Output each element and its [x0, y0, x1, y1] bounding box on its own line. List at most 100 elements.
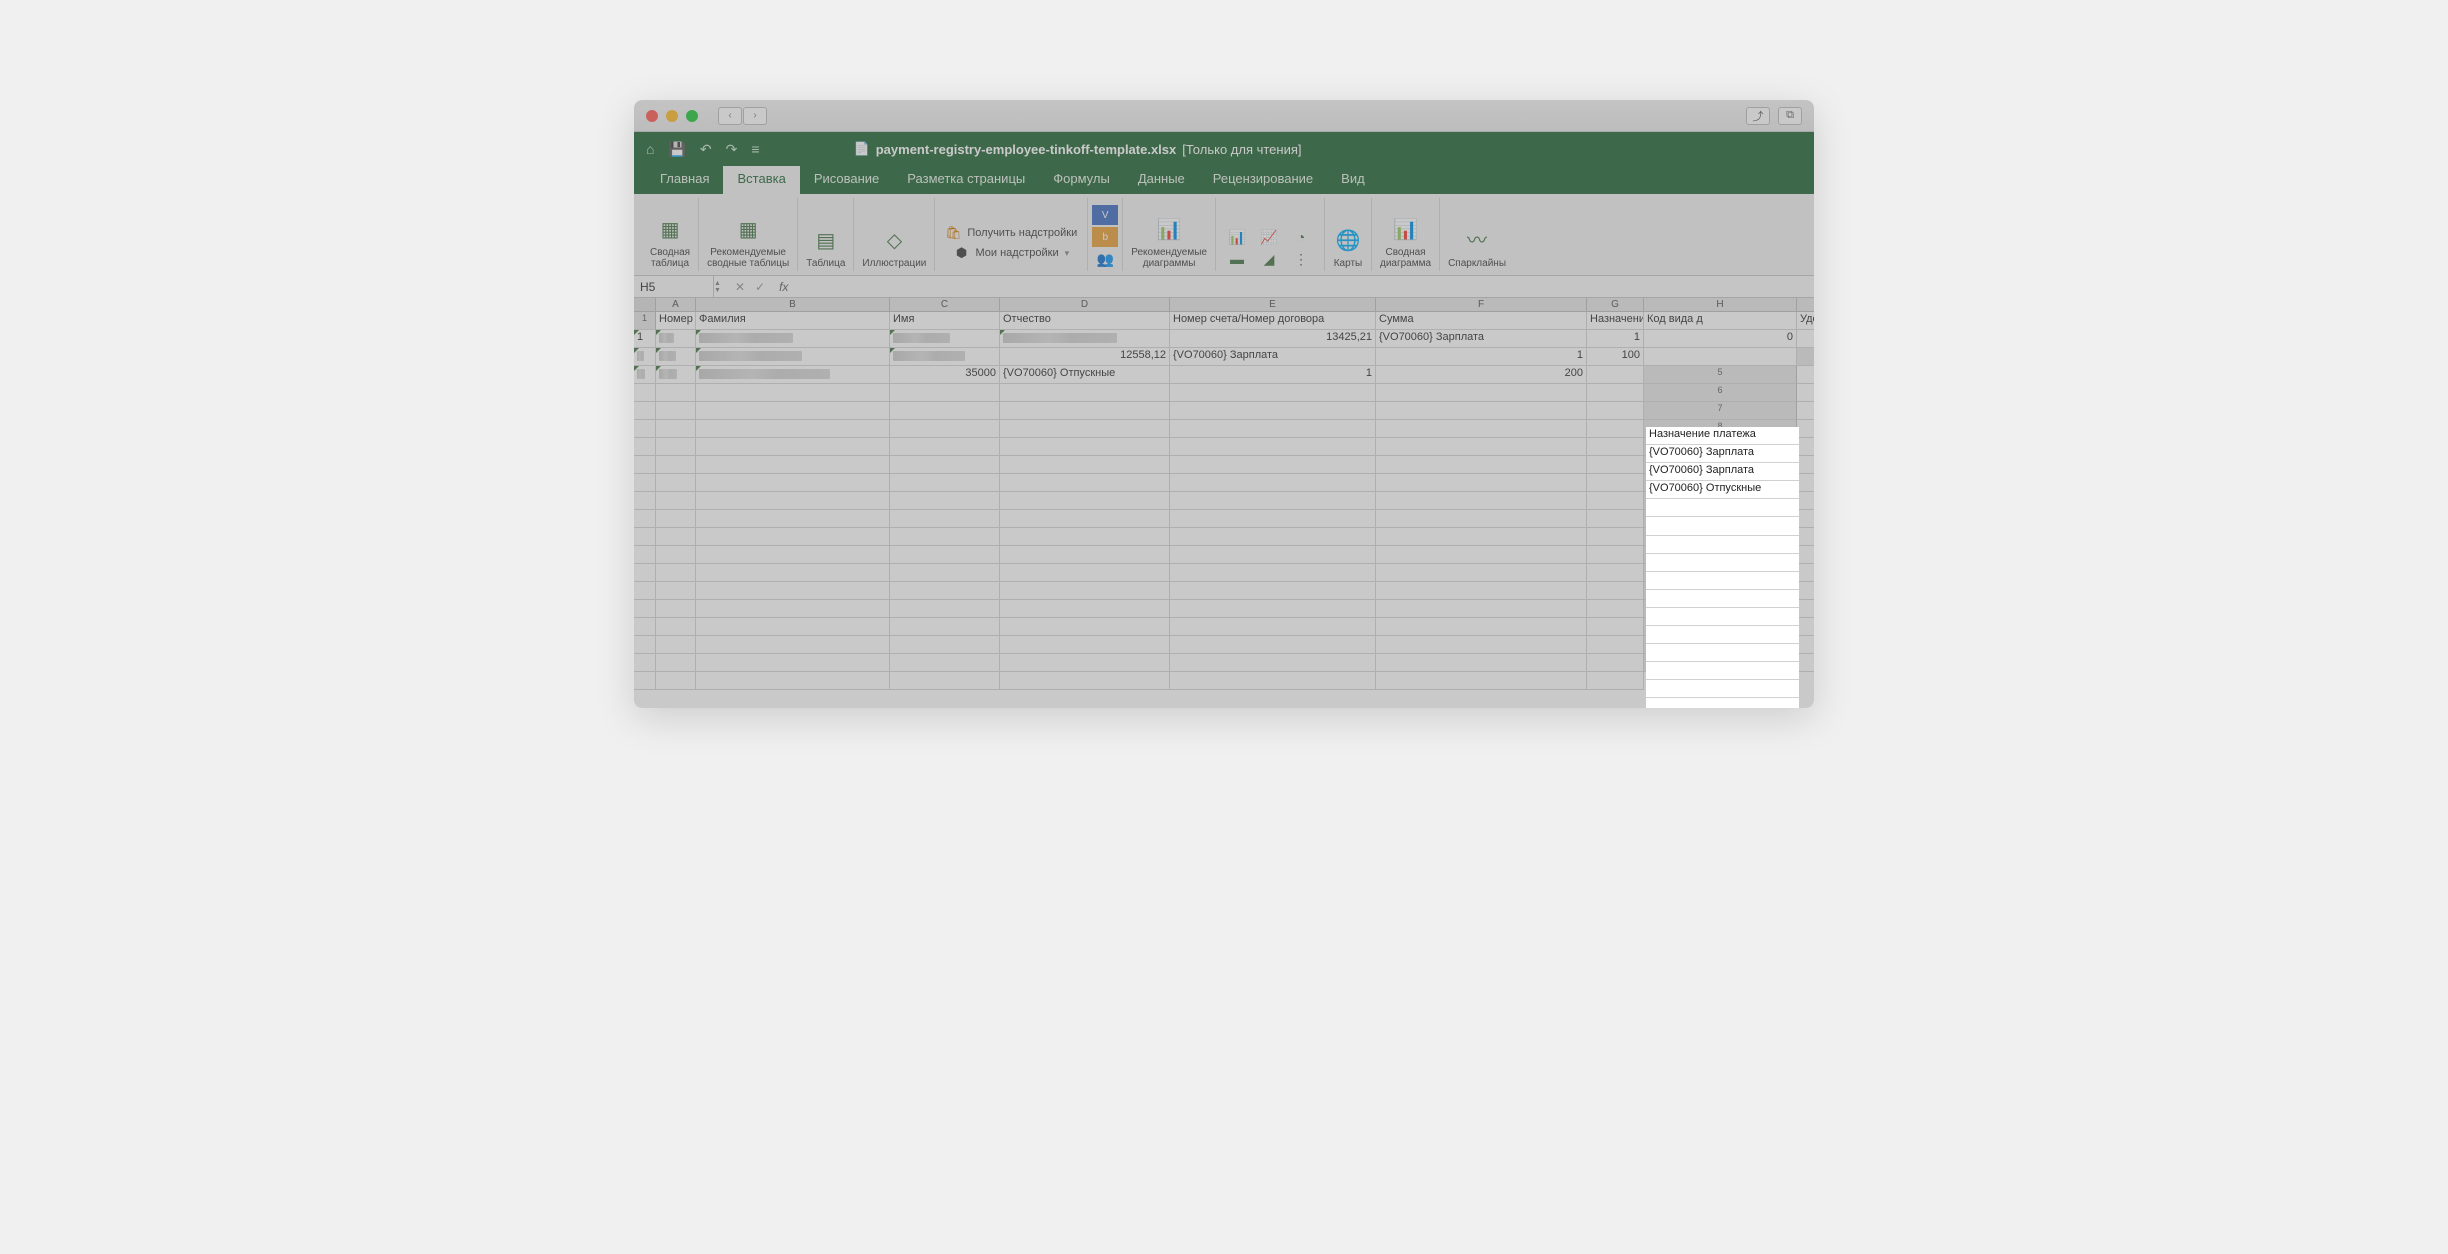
cell[interactable] [1170, 474, 1376, 492]
cell[interactable]: 1 [634, 330, 656, 348]
name-box[interactable]: H5 [634, 276, 714, 297]
cell[interactable] [656, 474, 696, 492]
cell[interactable] [696, 654, 890, 672]
column-chart-icon[interactable]: 📊 [1224, 227, 1250, 247]
cell[interactable] [1797, 618, 1814, 636]
cell[interactable] [696, 672, 890, 690]
cell[interactable] [1376, 600, 1587, 618]
cell-redacted[interactable] [656, 348, 696, 366]
cell[interactable] [696, 420, 890, 438]
cell[interactable] [634, 654, 656, 672]
customize-icon[interactable]: ≡ [751, 141, 759, 157]
row-header[interactable]: 19 [1644, 618, 1797, 636]
cell[interactable] [656, 402, 696, 420]
cell[interactable] [656, 438, 696, 456]
col-header[interactable]: A [656, 298, 696, 312]
cell[interactable] [656, 492, 696, 510]
save-icon[interactable]: 💾 [668, 141, 685, 158]
cell[interactable] [696, 456, 890, 474]
cell[interactable] [696, 636, 890, 654]
cell[interactable] [696, 438, 890, 456]
people-icon[interactable]: 👥 [1092, 249, 1118, 269]
tab-view[interactable]: Вид [1327, 166, 1379, 194]
cell[interactable] [890, 672, 1000, 690]
cell[interactable] [1376, 492, 1587, 510]
cell[interactable] [696, 510, 890, 528]
cell[interactable] [634, 474, 656, 492]
cell[interactable] [1376, 438, 1587, 456]
cell[interactable] [696, 528, 890, 546]
cell[interactable] [634, 582, 656, 600]
cell[interactable] [656, 564, 696, 582]
cell[interactable] [634, 564, 656, 582]
tab-home[interactable]: Главная [646, 166, 723, 194]
cell[interactable] [1376, 510, 1587, 528]
col-header[interactable]: G [1587, 298, 1644, 312]
cell[interactable] [1170, 438, 1376, 456]
row-header[interactable]: 6 [1644, 384, 1797, 402]
row-header[interactable]: 18 [1644, 600, 1797, 618]
cell[interactable] [890, 528, 1000, 546]
col-header[interactable]: C [890, 298, 1000, 312]
cell[interactable] [696, 618, 890, 636]
cell[interactable] [1000, 564, 1170, 582]
cell[interactable] [634, 420, 656, 438]
cell[interactable] [1170, 402, 1376, 420]
cell[interactable] [656, 384, 696, 402]
cell[interactable] [1376, 654, 1587, 672]
col-header[interactable]: I [1797, 298, 1814, 312]
addin-icon[interactable]: V [1092, 205, 1118, 225]
cell[interactable]: 200 [1376, 366, 1587, 384]
cell[interactable] [1170, 546, 1376, 564]
cell[interactable]: 12558,12 [1000, 348, 1170, 366]
cell[interactable] [1376, 564, 1587, 582]
cell[interactable]: Удержанная сумма [1797, 312, 1814, 330]
row-header[interactable]: 4 [1797, 348, 1814, 366]
cell[interactable] [1000, 492, 1170, 510]
pie-chart-icon[interactable]: ◔ [1288, 227, 1314, 247]
line-chart-icon[interactable]: 📈 [1256, 227, 1282, 247]
cell[interactable] [1170, 654, 1376, 672]
cell[interactable]: Отчество [1000, 312, 1170, 330]
cell[interactable] [890, 564, 1000, 582]
cell[interactable] [696, 384, 890, 402]
cell[interactable] [1170, 672, 1376, 690]
cell[interactable] [696, 564, 890, 582]
cell[interactable] [1000, 528, 1170, 546]
cell[interactable] [1000, 582, 1170, 600]
cell[interactable] [1170, 618, 1376, 636]
row-header[interactable]: 11 [1644, 474, 1797, 492]
cell[interactable] [1587, 402, 1644, 420]
cell[interactable]: {VO70060} Зарплата [1376, 330, 1587, 348]
cell[interactable] [1376, 384, 1587, 402]
cell[interactable]: Имя [890, 312, 1000, 330]
row-header[interactable]: 20 [1644, 636, 1797, 654]
cell[interactable] [1376, 528, 1587, 546]
row-header[interactable]: 12 [1644, 492, 1797, 510]
cell[interactable]: 0 [1644, 330, 1797, 348]
cell[interactable] [1587, 618, 1644, 636]
cell[interactable] [1797, 366, 1814, 384]
row-header[interactable]: 8 [1644, 420, 1797, 438]
cell[interactable] [1797, 474, 1814, 492]
row-header[interactable]: 13 [1644, 510, 1797, 528]
row-header[interactable]: 16 [1644, 564, 1797, 582]
cell[interactable] [1797, 402, 1814, 420]
cell[interactable]: 13425,21 [1170, 330, 1376, 348]
row-header[interactable]: 5 [1644, 366, 1797, 384]
cell[interactable] [696, 402, 890, 420]
cell[interactable] [1000, 438, 1170, 456]
illustrations-button[interactable]: ◇Иллюстрации [862, 226, 926, 269]
pivot-chart-button[interactable]: 📊Сводная диаграмма [1380, 215, 1431, 269]
cell[interactable]: Назначение платежа [1587, 312, 1644, 330]
cell[interactable] [634, 600, 656, 618]
cell[interactable]: 35000 [890, 366, 1000, 384]
cell[interactable] [1587, 528, 1644, 546]
cell[interactable] [1170, 510, 1376, 528]
cell[interactable] [696, 582, 890, 600]
cell[interactable] [656, 672, 696, 690]
select-all[interactable] [634, 298, 656, 312]
cell[interactable] [1170, 384, 1376, 402]
row-header[interactable]: 1 [634, 312, 656, 330]
cell[interactable] [1170, 492, 1376, 510]
